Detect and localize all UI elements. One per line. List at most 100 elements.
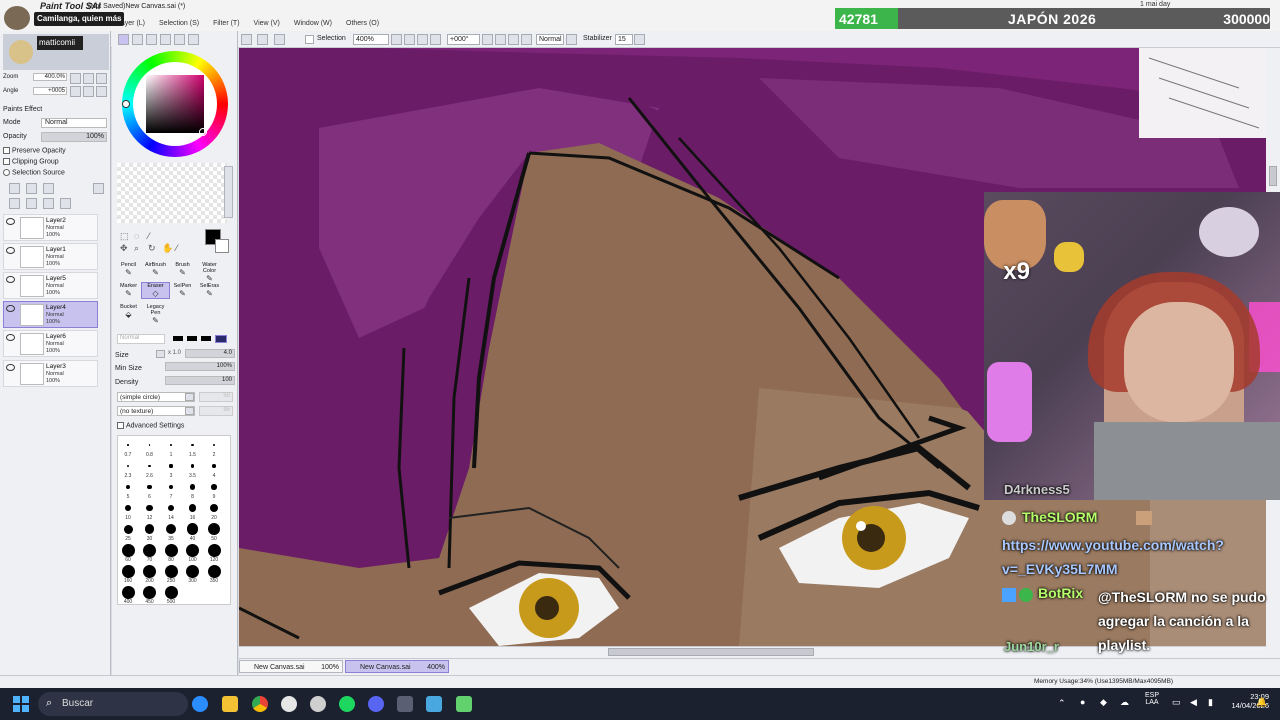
rotate-tool-icon[interactable]: ↻ bbox=[148, 243, 156, 254]
nav-rotate-left-button[interactable] bbox=[70, 86, 81, 97]
brush-texture-select[interactable]: (no texture) bbox=[117, 406, 195, 416]
usb-tray-icon[interactable]: ◆ bbox=[1100, 697, 1107, 708]
select-all-button[interactable] bbox=[241, 34, 252, 45]
brush-texture-dropdown[interactable] bbox=[185, 407, 194, 415]
zoom-field[interactable]: 400% bbox=[353, 34, 389, 45]
zoom-value[interactable]: 400.0% bbox=[33, 73, 67, 81]
network-icon[interactable]: ▭ bbox=[1172, 697, 1181, 708]
min-size-slider[interactable]: 100% bbox=[165, 362, 235, 371]
layer-copy-button[interactable] bbox=[9, 198, 20, 209]
nav-zoom-in-button[interactable] bbox=[83, 73, 94, 84]
size-slider[interactable]: 4.0 bbox=[185, 349, 235, 358]
paint-effect-header[interactable]: Paints Effect bbox=[3, 106, 109, 113]
invert-button[interactable] bbox=[257, 34, 268, 45]
layer-item[interactable]: Layer6 Normal 100% bbox=[3, 330, 98, 357]
tab-canvas-2[interactable]: New Canvas.sai 400% bbox=[345, 660, 449, 673]
brush-shape-round[interactable] bbox=[187, 336, 197, 341]
brush-size-dot[interactable] bbox=[164, 543, 178, 557]
swatches-tab[interactable] bbox=[174, 34, 185, 45]
monitor-app-icon[interactable] bbox=[426, 696, 442, 712]
zoom-out-button[interactable] bbox=[391, 34, 402, 45]
rgb-slider-tab[interactable] bbox=[132, 34, 143, 45]
tool-water-color[interactable]: Water Color ✎ bbox=[196, 262, 223, 283]
tool-legacy-pen[interactable]: Legacy Pen ✎ bbox=[142, 304, 169, 325]
brush-shape-strength[interactable]: 50 bbox=[199, 392, 233, 402]
layer-item[interactable]: Layer4 Normal 100% bbox=[3, 301, 98, 328]
layer-clear-button[interactable] bbox=[43, 198, 54, 209]
battery-icon[interactable]: ▮ bbox=[1208, 697, 1213, 708]
visibility-eye-icon[interactable] bbox=[6, 247, 15, 254]
volume-icon[interactable]: ◀ bbox=[1190, 697, 1197, 708]
chat-url[interactable]: https://www.youtube.com/watch?v=_EVKy35L… bbox=[1002, 533, 1272, 581]
obs-icon[interactable] bbox=[281, 696, 297, 712]
layer-item[interactable]: Layer5 Normal 100% bbox=[3, 272, 98, 299]
visibility-eye-icon[interactable] bbox=[6, 364, 15, 371]
eyedropper-icon[interactable]: ⁄ bbox=[176, 243, 178, 253]
hsv-slider-tab[interactable] bbox=[146, 34, 157, 45]
visibility-eye-icon[interactable] bbox=[6, 218, 15, 225]
cloud-tray-icon[interactable]: ☁ bbox=[1120, 697, 1129, 708]
rotate-left-button[interactable] bbox=[482, 34, 493, 45]
microphone-tray-icon[interactable]: ● bbox=[1080, 697, 1085, 707]
hand-tool-icon[interactable]: ✋ bbox=[162, 243, 173, 254]
tool-selpen[interactable]: SelPen ✎ bbox=[169, 283, 196, 298]
zoom-fit-button[interactable] bbox=[430, 34, 441, 45]
brush-size-dot[interactable] bbox=[212, 464, 216, 468]
tool-bucket[interactable]: Bucket ⬙ bbox=[115, 304, 142, 319]
rect-select-icon[interactable]: ⬚ bbox=[120, 231, 129, 242]
selection-checkbox[interactable] bbox=[305, 35, 314, 44]
scratchpad-tab[interactable] bbox=[188, 34, 199, 45]
brush-size-dot[interactable] bbox=[143, 585, 156, 599]
brush-size-dot[interactable] bbox=[121, 543, 135, 557]
tab-canvas-1[interactable]: New Canvas.sai 100% bbox=[239, 660, 343, 673]
brush-size-dot[interactable] bbox=[127, 444, 129, 446]
angle-value[interactable]: +0005 bbox=[33, 87, 67, 95]
menu-view[interactable]: View (V) bbox=[247, 20, 287, 27]
vertical-scroll-thumb[interactable] bbox=[1269, 166, 1277, 186]
brush-shape-dropdown[interactable] bbox=[185, 393, 194, 401]
brush-mode-select[interactable]: Normal bbox=[117, 334, 165, 344]
nav-zoom-reset-button[interactable] bbox=[96, 73, 107, 84]
lasso-icon[interactable]: ◌ bbox=[134, 231, 139, 241]
preserve-opacity-row[interactable]: Preserve Opacity bbox=[3, 147, 109, 154]
brush-size-dot[interactable] bbox=[209, 503, 219, 513]
menu-others[interactable]: Others (O) bbox=[339, 20, 386, 27]
menu-selection[interactable]: Selection (S) bbox=[152, 20, 206, 27]
visibility-eye-icon[interactable] bbox=[6, 276, 15, 283]
brush-size-dot[interactable] bbox=[123, 524, 133, 534]
layer-delete-button[interactable] bbox=[60, 198, 71, 209]
task-view-icon[interactable] bbox=[192, 696, 208, 712]
tool-eraser[interactable]: Eraser ◇ bbox=[141, 282, 170, 299]
brush-size-dot[interactable] bbox=[186, 543, 199, 557]
brush-size-dot[interactable] bbox=[188, 504, 197, 512]
layer-mode-select[interactable]: Normal bbox=[41, 118, 107, 128]
brush-size-dot[interactable] bbox=[189, 484, 196, 490]
file-explorer-icon[interactable] bbox=[222, 696, 238, 712]
tool-pencil[interactable]: Pencil ✎ bbox=[115, 262, 142, 277]
taskbar-search[interactable]: ⌕ Buscar bbox=[38, 692, 188, 716]
brush-shape-taper[interactable] bbox=[201, 336, 211, 341]
brush-size-dot[interactable] bbox=[147, 484, 152, 490]
size-multiplier-button[interactable] bbox=[156, 350, 165, 358]
stabilizer-field[interactable]: 15 bbox=[615, 34, 633, 45]
language-indicator[interactable]: ESP LAA bbox=[1142, 692, 1162, 706]
stabilizer-dropdown[interactable] bbox=[634, 34, 645, 45]
horizontal-scroll-thumb[interactable] bbox=[608, 648, 814, 656]
rotation-field[interactable]: +000° bbox=[447, 34, 480, 45]
sv-picker-handle[interactable] bbox=[199, 128, 207, 136]
advanced-settings-row[interactable]: Advanced Settings bbox=[117, 422, 231, 429]
tray-expand-icon[interactable]: ⌃ bbox=[1058, 698, 1066, 709]
selection-source-radio[interactable] bbox=[3, 169, 10, 176]
brush-shape-flat[interactable] bbox=[173, 336, 183, 341]
layer-item[interactable]: Layer2 Normal 100% bbox=[3, 214, 98, 241]
brush-size-dot[interactable] bbox=[121, 564, 135, 578]
new-linework-layer-button[interactable] bbox=[26, 183, 37, 194]
brush-texture-strength[interactable]: 95 bbox=[199, 406, 233, 416]
clipping-group-checkbox[interactable] bbox=[3, 158, 10, 165]
selection-source-row[interactable]: Selection Source bbox=[3, 169, 109, 176]
visibility-eye-icon[interactable] bbox=[6, 305, 15, 312]
brush-size-dot[interactable] bbox=[169, 464, 173, 468]
rotate-reset-button[interactable] bbox=[508, 34, 519, 45]
new-layer-button[interactable] bbox=[9, 183, 20, 194]
discord-icon[interactable] bbox=[368, 696, 384, 712]
